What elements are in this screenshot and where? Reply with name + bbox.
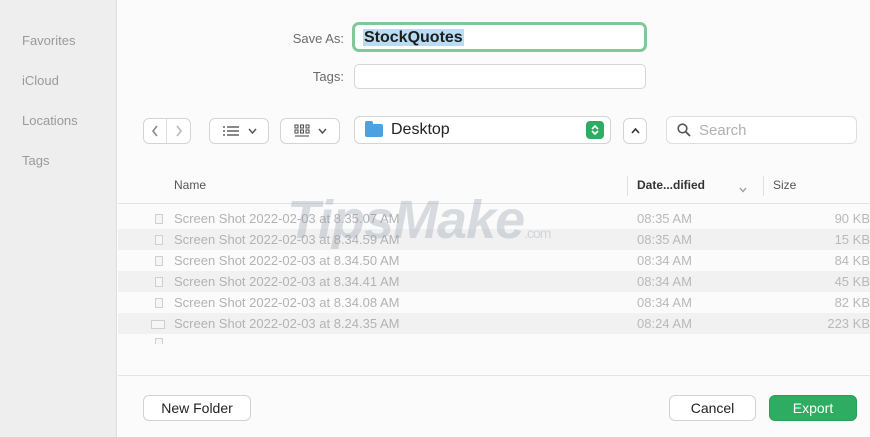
folder-icon <box>365 120 383 137</box>
save-as-field[interactable]: StockQuotes <box>352 22 647 52</box>
list-item[interactable]: Screen Shot 2022-02-03 at 8.34.41 AM 08:… <box>118 271 870 292</box>
list-item[interactable]: Screen Shot 2022-02-03 at 8.34.50 AM 08:… <box>118 250 870 271</box>
save-as-label: Save As: <box>292 31 344 46</box>
list-item[interactable] <box>118 334 870 344</box>
file-size: 45 KB <box>834 274 870 289</box>
collapse-button[interactable] <box>623 118 647 144</box>
watermark-logo: TipsMake.com <box>287 189 551 251</box>
file-icon <box>155 298 163 308</box>
file-size: 82 KB <box>834 295 870 310</box>
file-name: Screen Shot 2022-02-03 at 8.34.08 AM <box>174 295 400 310</box>
chevron-right-icon[interactable] <box>167 119 190 143</box>
dialog-footer: New Folder Cancel Export <box>118 375 870 437</box>
chevron-updown-icon <box>586 121 604 139</box>
location-label: Desktop <box>391 121 450 138</box>
sidebar: Favorites iCloud Locations Tags <box>0 0 117 437</box>
file-icon <box>155 256 163 266</box>
save-as-value: StockQuotes <box>363 29 464 46</box>
list-view-button[interactable] <box>209 118 269 144</box>
chevron-left-icon[interactable] <box>144 119 168 143</box>
list-item[interactable]: Screen Shot 2022-02-03 at 8.34.08 AM 08:… <box>118 292 870 313</box>
file-name: Screen Shot 2022-02-03 at 8.34.41 AM <box>174 274 400 289</box>
file-icon <box>155 235 163 245</box>
list-view-icon <box>222 125 240 137</box>
watermark-suffix: .com <box>524 225 551 241</box>
icon-grid-icon <box>293 124 310 138</box>
file-date: 08:34 AM <box>637 274 692 289</box>
cancel-button[interactable]: Cancel <box>669 395 756 421</box>
file-date: 08:35 AM <box>637 211 692 226</box>
file-size: 90 KB <box>834 211 870 226</box>
new-folder-button[interactable]: New Folder <box>143 395 251 421</box>
tags-field[interactable] <box>354 64 646 89</box>
location-popup[interactable]: Desktop <box>354 116 611 144</box>
search-input[interactable]: Search <box>666 116 857 144</box>
file-size: 84 KB <box>834 253 870 268</box>
search-placeholder: Search <box>699 121 747 139</box>
file-name: Screen Shot 2022-02-03 at 8.34.50 AM <box>174 253 400 268</box>
file-icon <box>155 277 163 287</box>
sidebar-item-icloud[interactable]: iCloud <box>22 73 59 88</box>
column-divider <box>627 176 628 196</box>
chevron-up-icon <box>630 128 640 134</box>
file-icon <box>155 214 163 224</box>
file-date: 08:35 AM <box>637 232 692 247</box>
column-header-size[interactable]: Size <box>773 178 796 192</box>
file-date: 08:34 AM <box>637 295 692 310</box>
file-date: 08:24 AM <box>637 316 692 331</box>
file-name: Screen Shot 2022-02-03 at 8.24.35 AM <box>174 316 400 331</box>
chevron-down-icon <box>317 128 327 134</box>
tags-label: Tags: <box>312 69 344 84</box>
column-divider <box>763 176 764 196</box>
chevron-down-icon <box>739 180 747 198</box>
back-forward-control <box>143 118 191 144</box>
sidebar-item-locations[interactable]: Locations <box>22 113 78 128</box>
file-size: 15 KB <box>834 232 870 247</box>
export-button[interactable]: Export <box>769 395 857 421</box>
column-header-date[interactable]: Date...dified <box>637 178 705 192</box>
search-icon <box>677 123 691 137</box>
file-icon <box>151 320 165 329</box>
watermark-text: TipsMake <box>287 190 525 250</box>
sidebar-item-favorites[interactable]: Favorites <box>22 33 75 48</box>
chevron-down-icon <box>247 128 257 134</box>
list-item[interactable]: Screen Shot 2022-02-03 at 8.24.35 AM 08:… <box>118 313 870 334</box>
sidebar-item-tags[interactable]: Tags <box>22 153 49 168</box>
icon-view-button[interactable] <box>280 118 340 144</box>
file-date: 08:34 AM <box>637 253 692 268</box>
column-header-name[interactable]: Name <box>174 178 206 192</box>
file-size: 223 KB <box>827 316 870 331</box>
file-icon <box>155 338 163 344</box>
